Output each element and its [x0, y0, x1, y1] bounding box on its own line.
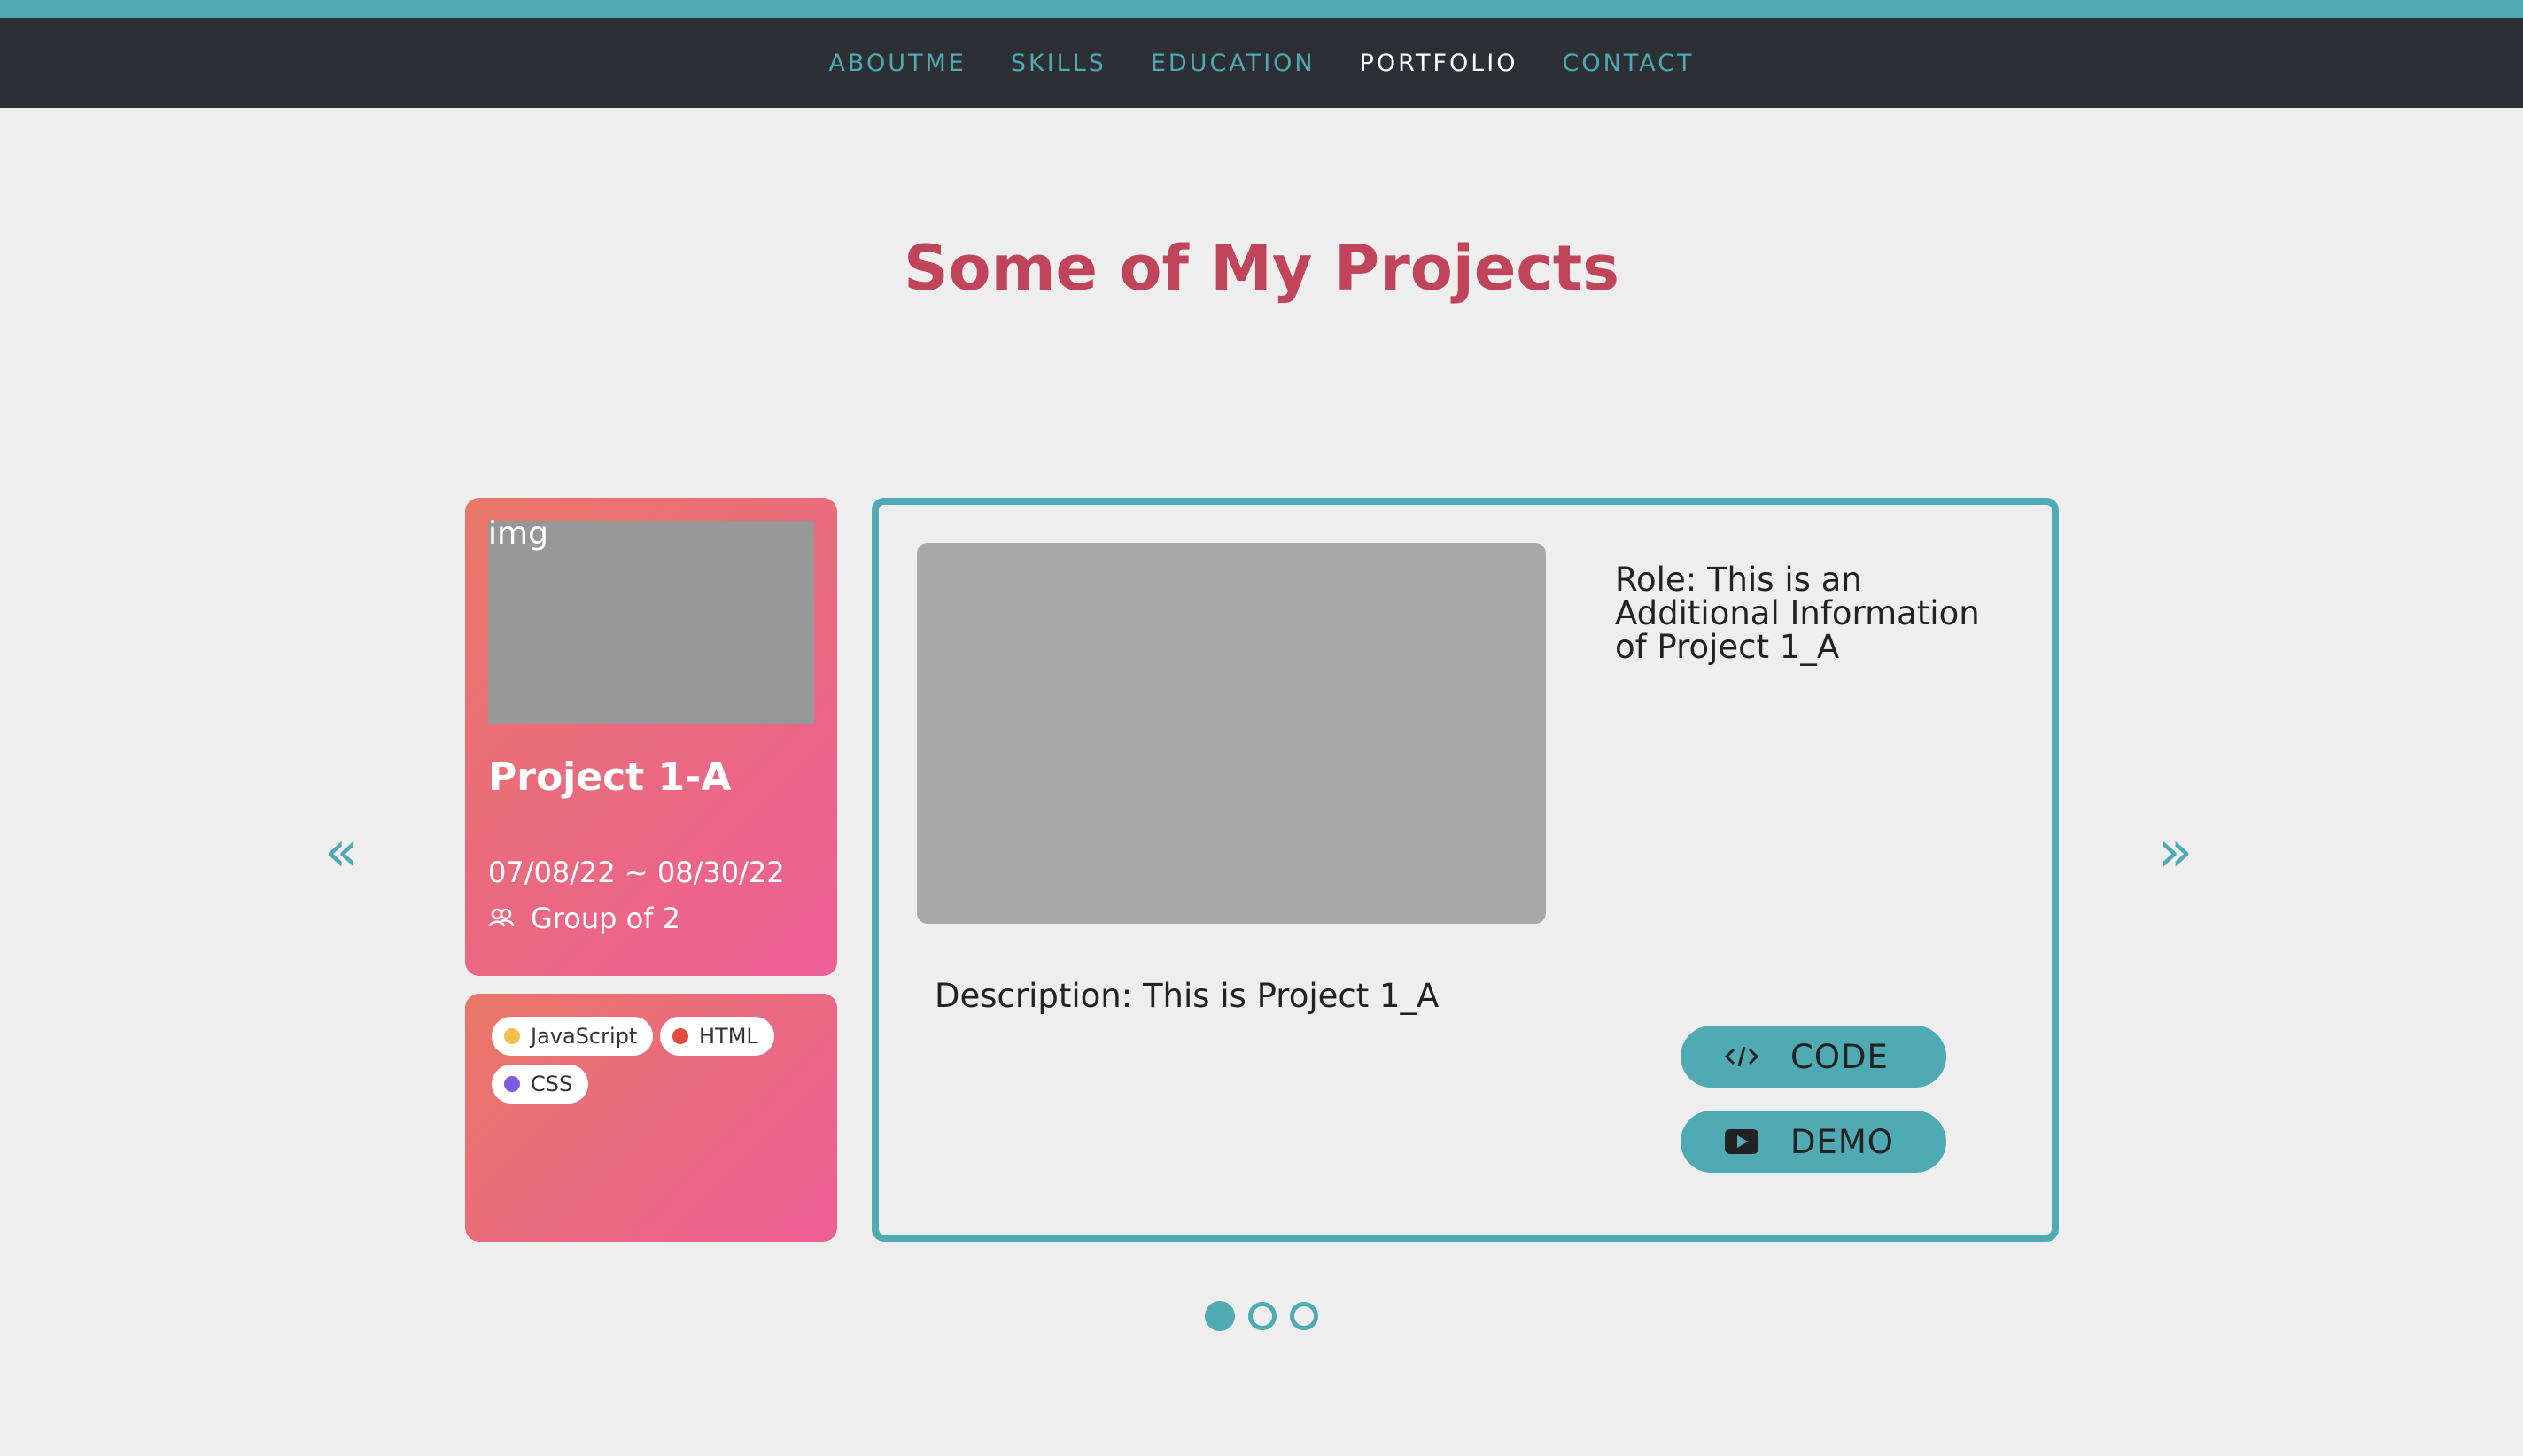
carousel-next-button[interactable]: » — [2158, 824, 2193, 880]
thumbnail-alt-text: img — [488, 515, 548, 552]
project-tags-card: JavaScript HTML CSS — [465, 994, 837, 1242]
tag-color-dot — [504, 1028, 520, 1044]
carousel-prev-button[interactable]: « — [324, 824, 359, 880]
page-title: Some of My Projects — [904, 232, 1619, 305]
double-chevron-right-icon: » — [2158, 819, 2193, 885]
tag-javascript: JavaScript — [492, 1017, 654, 1056]
tag-label: HTML — [699, 1024, 758, 1049]
nav-item-education[interactable]: EDUCATION — [1151, 50, 1316, 77]
code-button-label: CODE — [1790, 1037, 1889, 1076]
project-date-range: 07/08/22 ~ 08/30/22 — [488, 856, 785, 889]
group-label: Group of 2 — [531, 902, 680, 935]
project-role: Role: This is an Additional Information … — [1615, 561, 1980, 666]
tag-color-dot — [504, 1076, 520, 1092]
nav-item-skills[interactable]: SKILLS — [1011, 50, 1106, 77]
project-group: Group of 2 — [488, 902, 680, 935]
nav-item-aboutme[interactable]: ABOUTME — [828, 50, 966, 77]
play-video-icon — [1723, 1123, 1760, 1160]
project-description: Description: This is Project 1_A — [935, 977, 1440, 1015]
double-chevron-left-icon: « — [324, 819, 360, 885]
group-icon — [488, 902, 515, 935]
pagination-dot-2[interactable] — [1248, 1302, 1277, 1330]
tag-css: CSS — [492, 1065, 589, 1104]
main-nav: ABOUTME SKILLS EDUCATION PORTFOLIO CONTA… — [0, 18, 2523, 108]
nav-item-contact[interactable]: CONTACT — [1563, 50, 1695, 77]
tag-label: JavaScript — [531, 1024, 638, 1049]
top-accent-bar — [0, 0, 2523, 18]
tag-label: CSS — [531, 1072, 573, 1096]
pagination-dot-1[interactable] — [1205, 1301, 1235, 1331]
carousel-pagination — [1205, 1301, 1318, 1331]
demo-button-label: DEMO — [1790, 1122, 1894, 1161]
tag-color-dot — [672, 1028, 688, 1044]
project-media-placeholder — [917, 543, 1546, 924]
project-name: Project 1-A — [488, 755, 732, 800]
code-button[interactable]: CODE — [1681, 1026, 1946, 1088]
nav-item-portfolio[interactable]: PORTFOLIO — [1360, 50, 1518, 77]
demo-button[interactable]: DEMO — [1681, 1111, 1946, 1173]
code-icon — [1723, 1038, 1760, 1075]
tag-html: HTML — [660, 1017, 774, 1056]
pagination-dot-3[interactable] — [1290, 1302, 1318, 1330]
project-detail-panel: Role: This is an Additional Information … — [872, 498, 2059, 1242]
project-info-card: img Project 1-A 07/08/22 ~ 08/30/22 Grou… — [465, 498, 837, 976]
